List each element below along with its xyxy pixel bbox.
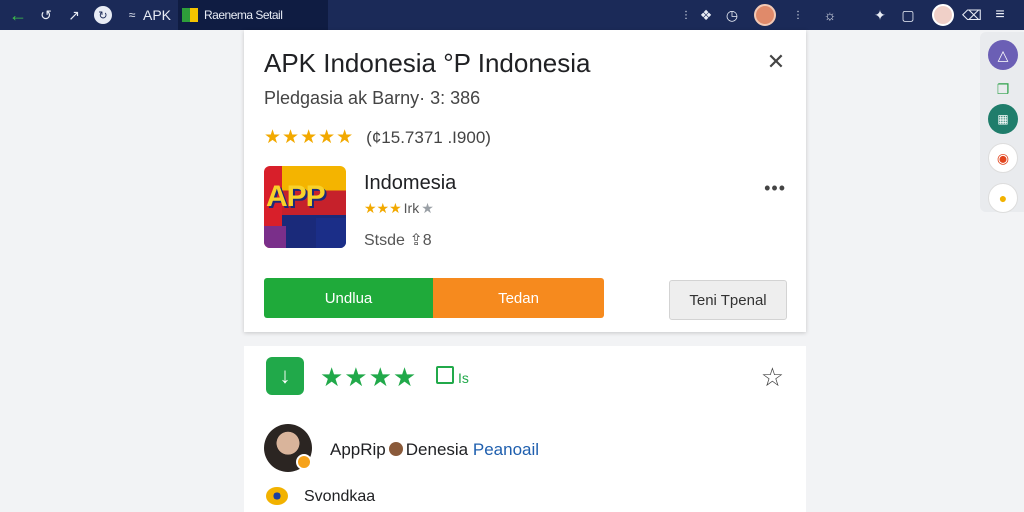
camera-icon[interactable]: ◉ (988, 143, 1018, 173)
extension-icon[interactable]: ✦ (870, 5, 890, 25)
app-icon[interactable]: APP (264, 166, 346, 248)
brand-label: APK (143, 7, 172, 23)
rating-row: ★★★★★ (¢15.7371 .I900) (264, 126, 491, 149)
mini-avatar-icon (388, 442, 403, 456)
refresh-icon[interactable]: ↺ (36, 5, 56, 25)
favorite-star-icon[interactable]: ☆ (761, 362, 784, 393)
share-icon[interactable]: ≈ (122, 5, 142, 25)
app-rating-stars: ★★★ (364, 200, 402, 216)
action-button-group: Undlua Tedan (264, 278, 604, 318)
rating-count: (¢15.7371 .I900) (366, 127, 491, 147)
trash-icon[interactable]: ⌫ (962, 5, 982, 25)
dots-icon[interactable]: ⋮ (676, 5, 696, 25)
secondary-action-button[interactable]: Tedan (433, 278, 604, 318)
close-icon[interactable]: ✕ (766, 51, 786, 73)
app-rating: ★★★ Irk ★ (364, 200, 434, 217)
review-bar: ↓ ★★★★ Is ☆ (244, 346, 806, 413)
app-size: Stsde ⇪8 (364, 232, 432, 249)
back-arrow-icon[interactable]: ← (8, 5, 28, 25)
rating-stars: ★★★★★ (264, 127, 355, 148)
profile-avatar[interactable] (754, 4, 776, 26)
avatar-badge (296, 454, 312, 470)
download-button[interactable]: Undlua (264, 278, 433, 318)
grid-icon[interactable]: ▦ (988, 104, 1018, 134)
comment-line: AppRip Denesia Peanoail (330, 440, 539, 460)
dialog-title: APK Indonesia °P Indonesia (264, 48, 591, 78)
copy-icon[interactable]: ❐ (988, 74, 1018, 104)
compass-icon[interactable]: ☼ (820, 5, 840, 25)
review-stars[interactable]: ★★★★ (320, 362, 417, 393)
tab-active[interactable]: Raenema Setail (178, 0, 328, 30)
user-avatar[interactable] (932, 4, 954, 26)
tertiary-button[interactable]: Teni Tpenal (669, 280, 787, 320)
comment-panel: AppRip Denesia Peanoail Svondkaa (244, 412, 806, 512)
app-name: Indomesia (364, 172, 457, 194)
comment-author[interactable]: AppRip (330, 440, 386, 459)
eye-icon (266, 487, 288, 505)
app-dialog: APK Indonesia °P Indonesia ✕ Pledgasia a… (244, 30, 806, 332)
app-icon-text: APP (266, 180, 326, 213)
coin-icon[interactable]: ● (988, 183, 1018, 213)
download-arrow-icon[interactable]: ↓ (266, 357, 304, 395)
triangle-icon[interactable]: △ (988, 40, 1018, 70)
app-rating-label: Irk (403, 200, 420, 216)
commenter-avatar[interactable] (264, 424, 312, 472)
more-options-icon[interactable]: ••• (764, 178, 786, 199)
calendar-icon (436, 366, 454, 384)
history-icon[interactable]: ↻ (94, 6, 112, 24)
clock-icon[interactable]: ◷ (722, 5, 742, 25)
review-label: Is (458, 370, 469, 386)
comment-second-line: Svondkaa (304, 488, 376, 505)
dialog-subtitle: Pledgasia ak Barny· 3: 386 (264, 88, 481, 108)
puzzle-icon[interactable]: ❖ (696, 5, 716, 25)
link-icon[interactable]: ↗ (64, 5, 84, 25)
window-icon[interactable]: ▢ (898, 5, 918, 25)
tab-title: Raenema Setail (204, 8, 283, 22)
comment-link[interactable]: Peanoail (473, 440, 539, 459)
top-bar: ← ↺ ↗ ↻ ≈ APK Raenema Setail ⋮ ❖ ◷ ⋮ ☼ ✦… (0, 0, 1024, 30)
app-rating-star-empty: ★ (421, 200, 434, 216)
side-rail: △ ❐ ▦ ◉ ● (980, 32, 1024, 213)
comment-text: Denesia (405, 440, 469, 459)
hamburger-menu-icon[interactable]: ≡ (990, 5, 1010, 25)
menu-dots-icon[interactable]: ⋮ (788, 5, 808, 25)
favicon-icon (182, 8, 198, 22)
